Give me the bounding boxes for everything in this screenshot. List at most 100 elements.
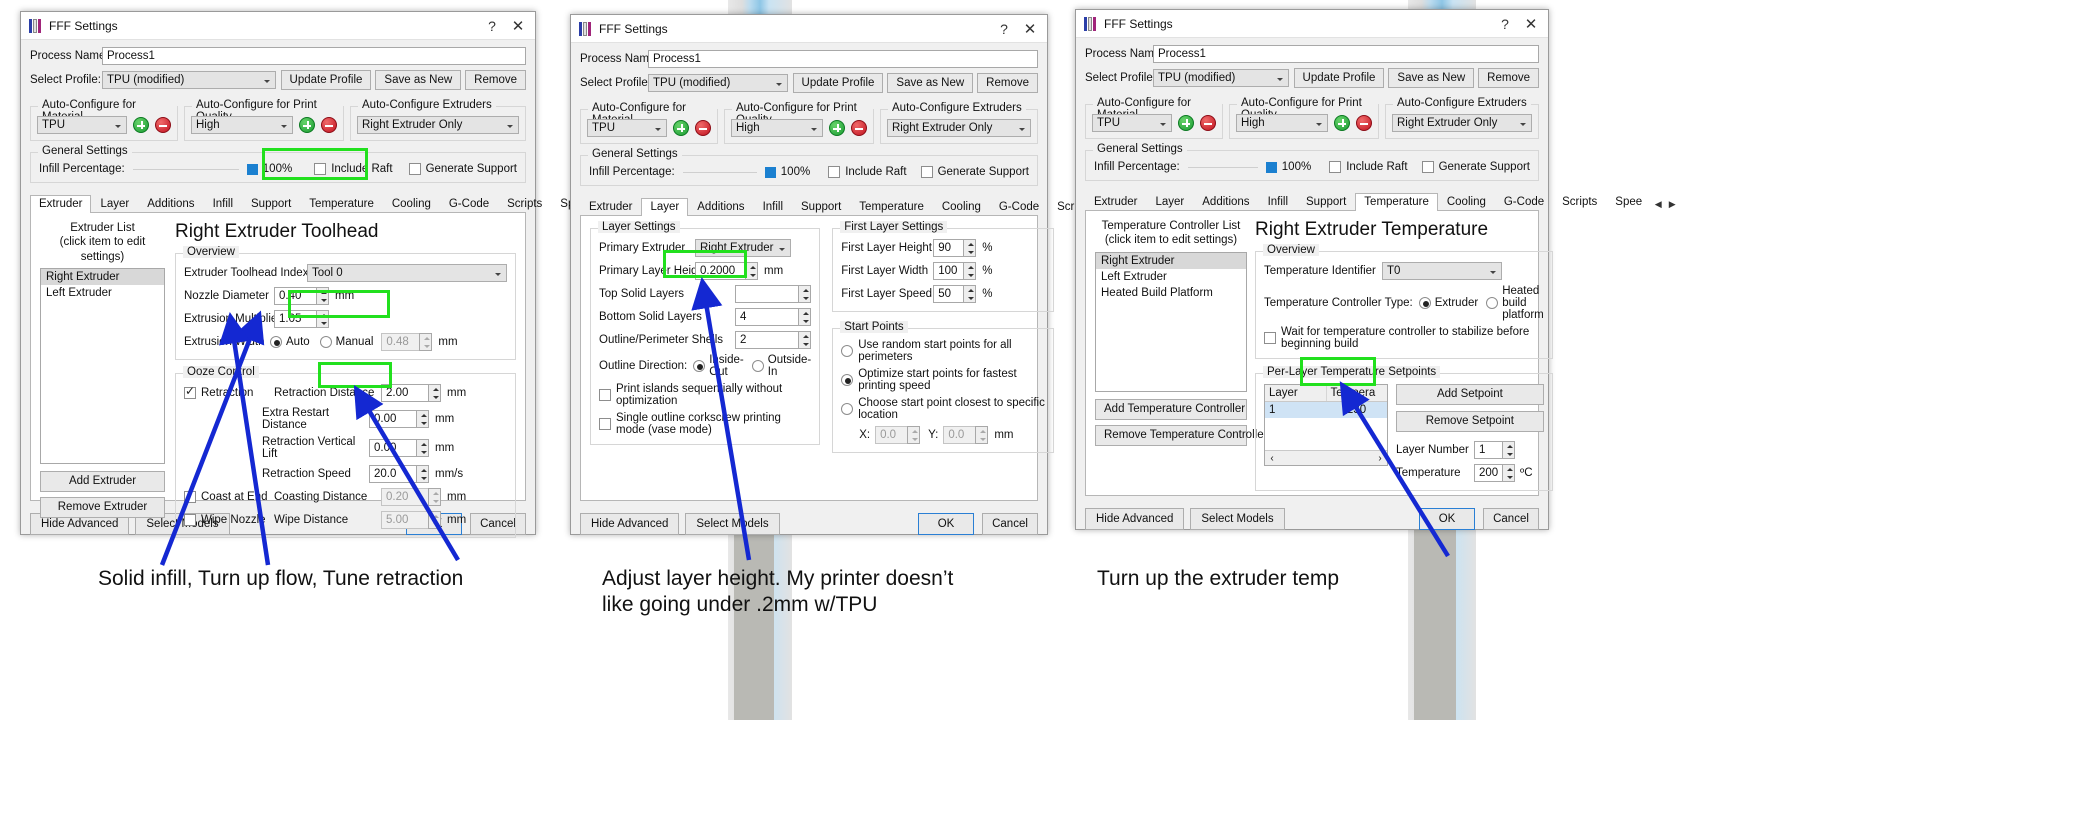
generate-support-checkbox[interactable] — [408, 163, 421, 175]
tab-layer[interactable]: Layer — [1146, 193, 1193, 211]
update-profile-button[interactable]: Update Profile — [792, 73, 884, 93]
outline-shells-stepper[interactable] — [798, 331, 812, 349]
top-solid-layers-stepper[interactable] — [798, 285, 812, 303]
process-name-input[interactable]: Process1 — [648, 50, 1038, 68]
first-layer-height-value[interactable]: 90 — [933, 239, 964, 257]
start-random-radio[interactable] — [841, 345, 854, 357]
include-raft-checkbox[interactable] — [1329, 161, 1342, 173]
tab-support[interactable]: Support — [242, 195, 300, 213]
toolhead-index-combo[interactable]: Tool 0 — [307, 264, 507, 282]
tab-infill[interactable]: Infill — [204, 195, 242, 213]
primary-layer-height-stepper[interactable] — [745, 262, 758, 280]
add-quality-icon[interactable] — [299, 117, 315, 133]
select-profile-combo[interactable]: TPU (modified) — [648, 74, 788, 92]
infill-slider-handle[interactable] — [1265, 161, 1277, 173]
extra-restart-spinner[interactable]: 0.00 — [369, 410, 429, 428]
setpoints-scroll-right-icon[interactable]: › — [1373, 453, 1387, 464]
hide-advanced-button[interactable]: Hide Advanced — [1085, 508, 1185, 530]
extruders-combo[interactable]: Right Extruder Only — [357, 116, 519, 134]
tab-infill[interactable]: Infill — [1259, 193, 1297, 211]
list-item-right-extruder[interactable]: Right Extruder — [41, 269, 164, 286]
settings-tabstrip[interactable]: Extruder Layer Additions Infill Support … — [1085, 191, 1676, 211]
save-as-new-button[interactable]: Save as New — [887, 73, 974, 93]
wipe-nozzle-checkbox[interactable] — [184, 514, 196, 526]
tab-cooling[interactable]: Cooling — [383, 195, 440, 213]
remove-setpoint-button[interactable]: Remove Setpoint — [1396, 411, 1544, 432]
primary-layer-height-value[interactable]: 0.2000 — [695, 262, 745, 280]
nozzle-diameter-stepper[interactable] — [316, 287, 329, 305]
tab-extruder[interactable]: Extruder — [30, 195, 92, 213]
quality-combo[interactable]: High — [1236, 114, 1328, 132]
layer-number-stepper[interactable] — [1502, 441, 1515, 459]
tab-scripts[interactable]: Scripts — [498, 195, 551, 213]
bottom-solid-layers-value[interactable]: 4 — [735, 308, 799, 326]
controller-type-bed-radio[interactable] — [1486, 297, 1499, 309]
help-button[interactable]: ? — [479, 15, 505, 37]
close-icon[interactable]: ✕ — [505, 15, 531, 37]
list-item-right-extruder[interactable]: Right Extruder — [1096, 252, 1246, 269]
save-as-new-button[interactable]: Save as New — [375, 70, 462, 90]
save-as-new-button[interactable]: Save as New — [1388, 68, 1475, 88]
temperature-identifier-combo[interactable]: T0 — [1382, 262, 1502, 280]
coast-at-end-checkbox[interactable] — [184, 491, 196, 503]
fff-settings-dialog-2[interactable]: FFF Settings ? ✕ Process Name: Process1 … — [570, 14, 1171, 535]
remove-quality-icon[interactable] — [321, 117, 337, 133]
extrusion-width-manual-radio[interactable] — [319, 336, 332, 348]
infill-slider-track[interactable] — [132, 168, 239, 170]
process-name-input[interactable]: Process1 — [102, 47, 526, 65]
cancel-button[interactable]: Cancel — [982, 513, 1038, 535]
include-raft-checkbox[interactable] — [828, 166, 841, 178]
extrusion-width-auto-radio[interactable] — [270, 336, 282, 348]
tab-extruder[interactable]: Extruder — [1085, 193, 1146, 211]
remove-quality-icon[interactable] — [851, 120, 867, 136]
tab-support[interactable]: Support — [1297, 193, 1355, 211]
fff-settings-dialog-1[interactable]: FFF Settings ? ✕ Process Name: Process1 … — [20, 11, 621, 538]
select-models-button[interactable]: Select Models — [1190, 508, 1285, 530]
infill-slider-track[interactable] — [682, 171, 757, 173]
include-raft-checkbox[interactable] — [314, 163, 327, 175]
material-combo[interactable]: TPU — [587, 119, 667, 137]
table-row[interactable]: 1 230 — [1265, 402, 1387, 418]
tab-layer[interactable]: Layer — [641, 198, 689, 216]
infill-slider-handle[interactable] — [246, 163, 258, 175]
tab-temperature[interactable]: Temperature — [1355, 193, 1438, 211]
tab-support[interactable]: Support — [792, 198, 850, 216]
remove-material-icon[interactable] — [1200, 115, 1216, 131]
retraction-speed-spinner[interactable]: 20.0 — [369, 465, 429, 483]
wait-stabilize-checkbox[interactable] — [1264, 332, 1276, 344]
remove-temperature-controller-button[interactable]: Remove Temperature Controller — [1095, 424, 1267, 446]
retraction-speed-value[interactable]: 20.0 — [369, 465, 416, 483]
fff-settings-dialog-3[interactable]: FFF Settings ? ✕ Process Name: Process1 … — [1075, 9, 1676, 530]
outline-shells-spinner[interactable]: 2 — [735, 331, 812, 349]
add-quality-icon[interactable] — [829, 120, 845, 136]
tab-temperature[interactable]: Temperature — [850, 198, 933, 216]
select-profile-combo[interactable]: TPU (modified) — [102, 71, 276, 89]
top-solid-layers-spinner[interactable] — [735, 285, 812, 303]
extrusion-multiplier-value[interactable]: 1.05 — [274, 310, 316, 328]
quality-combo[interactable]: High — [191, 116, 293, 134]
tab-cooling[interactable]: Cooling — [1438, 193, 1495, 211]
top-solid-layers-value[interactable] — [735, 285, 799, 303]
retraction-speed-stepper[interactable] — [416, 465, 429, 483]
process-name-input[interactable]: Process1 — [1153, 45, 1539, 63]
tab-additions[interactable]: Additions — [688, 198, 753, 216]
start-closest-radio[interactable] — [841, 403, 854, 415]
print-islands-checkbox[interactable] — [599, 389, 611, 401]
generate-support-checkbox[interactable] — [920, 166, 933, 178]
ok-button[interactable]: OK — [1419, 508, 1475, 530]
list-item-heated-build-platform[interactable]: Heated Build Platform — [1096, 285, 1246, 301]
extrusion-multiplier-stepper[interactable] — [316, 310, 329, 328]
remove-profile-button[interactable]: Remove — [465, 70, 526, 90]
extruders-combo[interactable]: Right Extruder Only — [1392, 114, 1532, 132]
close-icon[interactable]: ✕ — [1017, 18, 1043, 40]
generate-support-checkbox[interactable] — [1421, 161, 1434, 173]
nozzle-diameter-spinner[interactable]: 0.40 — [274, 287, 329, 305]
list-item-left-extruder[interactable]: Left Extruder — [41, 285, 164, 301]
temperature-controller-listbox[interactable]: Right Extruder Left Extruder Heated Buil… — [1095, 251, 1247, 392]
material-combo[interactable]: TPU — [1092, 114, 1172, 132]
temperature-stepper[interactable] — [1502, 464, 1515, 482]
tab-scripts[interactable]: Scripts — [1553, 193, 1606, 211]
remove-profile-button[interactable]: Remove — [1478, 68, 1539, 88]
vertical-lift-stepper[interactable] — [416, 439, 429, 457]
tabs-next-icon[interactable]: ▶ — [1665, 199, 1679, 210]
